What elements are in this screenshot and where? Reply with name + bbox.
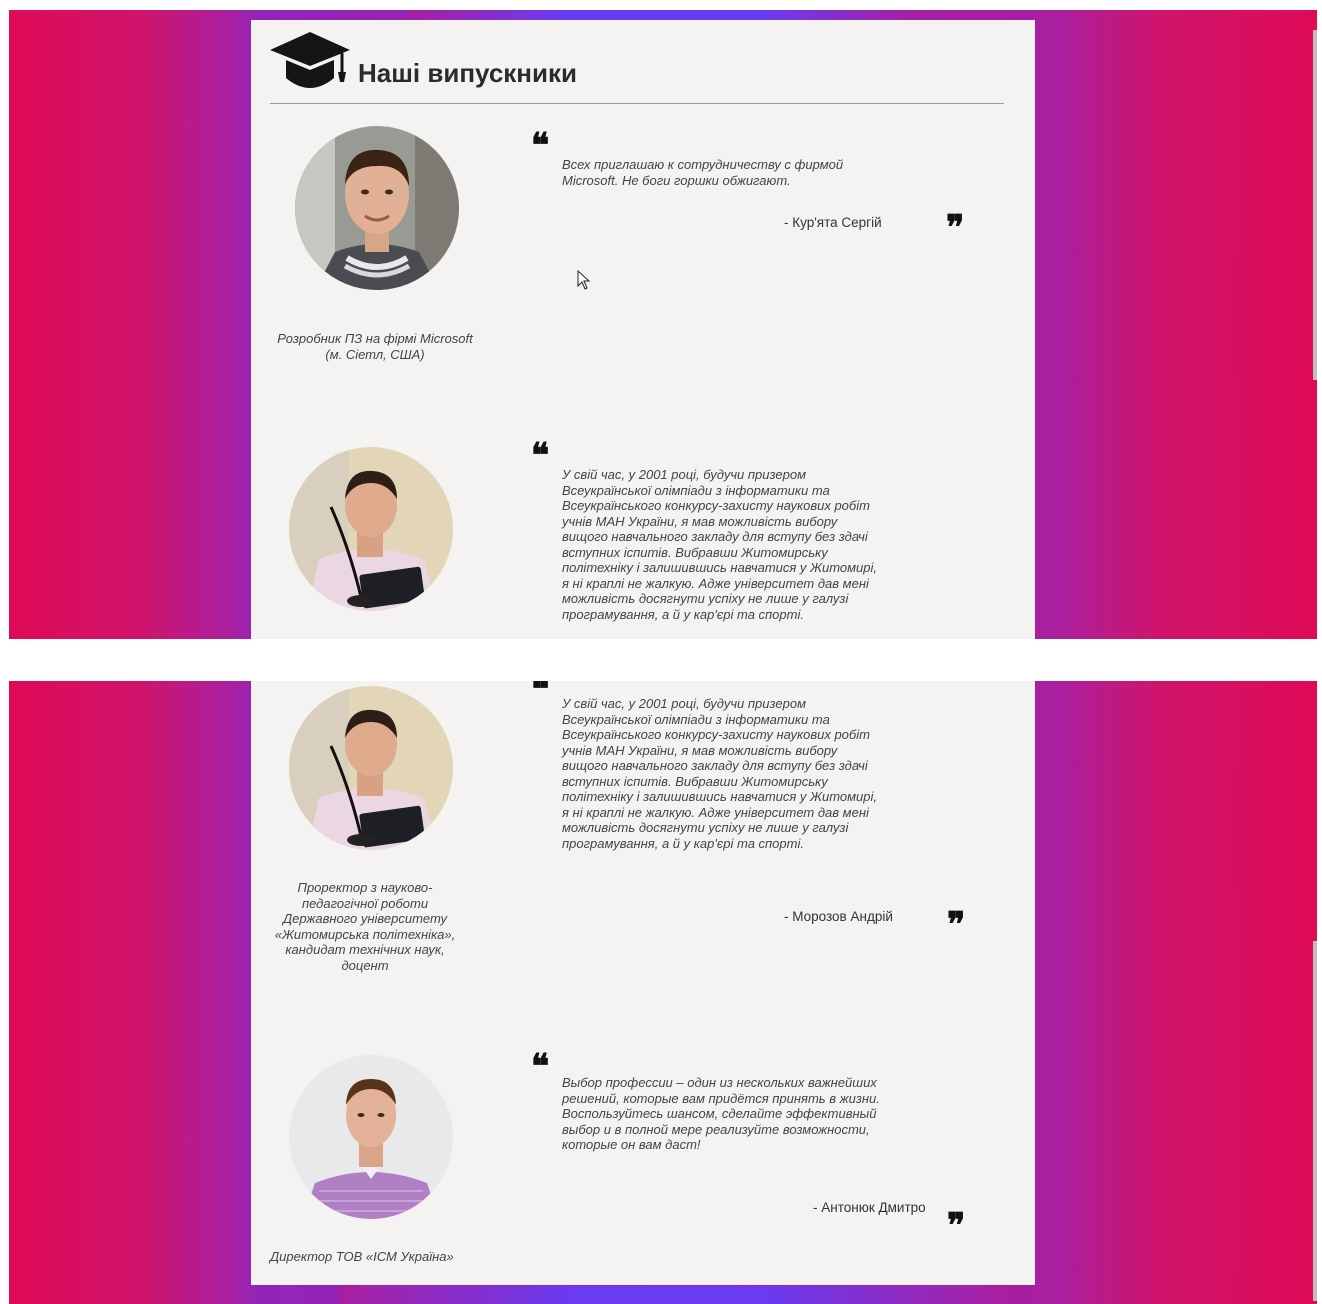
graduates-panel: Проректор з науково-педагогічної роботи … — [251, 681, 1035, 1285]
testimonial-quote: Всех приглашаю к сотрудничеству с фирмой… — [562, 157, 844, 188]
open-quote-icon: ❝ — [531, 131, 549, 147]
scrollbar-thumb[interactable] — [1313, 941, 1317, 1301]
graduate-role: Директор ТОВ «ІСМ Україна» — [270, 1249, 454, 1264]
close-quote-icon: ❞ — [947, 910, 965, 926]
screenshot-top: Наші випускники Розробник ПЗ на фірмі Mi… — [9, 10, 1317, 639]
testimonial-author: - Морозов Андрій — [784, 909, 893, 924]
graduate-role: Розробник ПЗ на фірмі Microsoft (м. Сіет… — [277, 331, 473, 362]
graduation-cap-icon — [270, 32, 350, 88]
close-quote-icon: ❞ — [946, 213, 964, 229]
open-quote-icon: ❝ — [531, 441, 549, 457]
screenshot-bottom: Проректор з науково-педагогічної роботи … — [9, 681, 1317, 1304]
section-header: Наші випускники — [270, 28, 1004, 104]
graduate-role: Проректор з науково-педагогічної роботи … — [274, 880, 456, 973]
top-accent-bar — [409, 10, 917, 20]
graduates-panel: Наші випускники Розробник ПЗ на фірмі Mi… — [251, 20, 1035, 639]
testimonial-author: - Антонюк Дмитро — [813, 1200, 926, 1215]
page-title: Наші випускники — [358, 58, 577, 88]
mouse-cursor-icon — [577, 270, 591, 290]
bottom-accent-bar — [339, 1286, 999, 1304]
graduate-photo-antoniuk — [289, 1055, 453, 1219]
testimonial-quote: У свій час, у 2001 році, будучи призером… — [562, 696, 877, 851]
testimonial-author: - Кур'ята Сергій — [784, 215, 882, 230]
open-quote-icon: ❝ — [531, 1052, 549, 1068]
open-quote-icon: ❝ — [531, 681, 549, 691]
graduate-photo-morozov — [289, 447, 453, 611]
testimonial-quote: У свій час, у 2001 році, будучи призером… — [562, 467, 877, 622]
graduate-photo-kuryata — [295, 126, 459, 290]
testimonial-quote: Выбор профессии – один из нескольких важ… — [562, 1075, 880, 1152]
scrollbar-thumb[interactable] — [1313, 30, 1317, 380]
graduate-photo-morozov — [289, 686, 453, 850]
close-quote-icon: ❞ — [947, 1211, 965, 1227]
